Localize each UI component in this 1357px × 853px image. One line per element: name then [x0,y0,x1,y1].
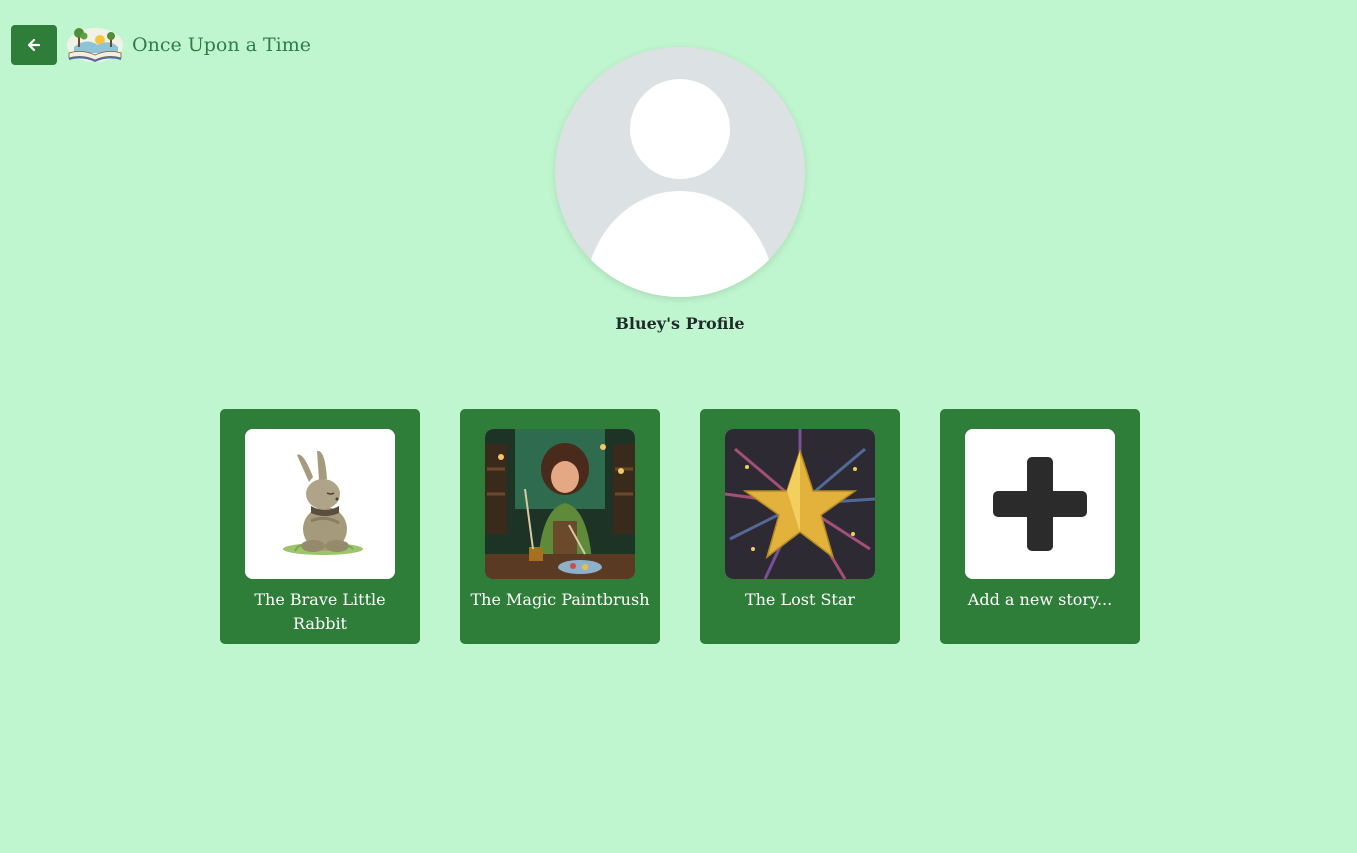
arrow-left-icon [27,38,41,52]
story-thumbnail [485,429,635,579]
story-list: The Brave Little Rabbit The Magic Paintb… [220,409,1140,644]
add-story-thumbnail [965,429,1115,579]
girl-painting-icon [485,429,635,579]
story-title: The Brave Little Rabbit [254,590,386,633]
avatar [555,47,805,297]
story-title: The Lost Star [744,590,856,609]
profile-title: Bluey's Profile [615,314,745,333]
rabbit-icon [245,429,395,579]
story-title: The Magic Paintbrush [470,590,650,609]
app-header: Once Upon a Time [11,25,311,65]
app-title: Once Upon a Time [132,34,312,56]
story-card[interactable]: The Magic Paintbrush [460,409,660,644]
story-thumbnail [245,429,395,579]
gold-star-icon [725,429,875,579]
default-user-avatar-icon [555,47,805,297]
story-card[interactable]: The Brave Little Rabbit [220,409,420,644]
plus-icon [965,429,1115,579]
add-story-label: Add a new story... [967,590,1113,609]
back-button[interactable] [11,25,57,65]
add-story-card[interactable]: Add a new story... [940,409,1140,644]
story-card[interactable]: The Lost Star [700,409,900,644]
story-thumbnail [725,429,875,579]
open-book-logo-icon [67,28,123,62]
